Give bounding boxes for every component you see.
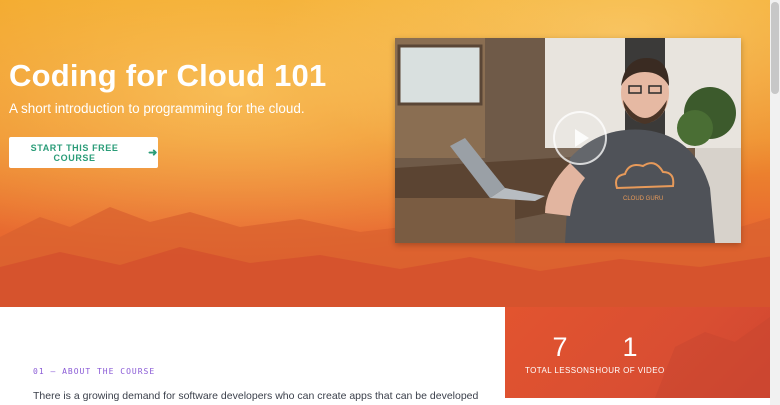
play-icon bbox=[575, 129, 589, 147]
course-stats-panel: 7 TOTAL LESSONS 1 HOUR OF VIDEO bbox=[505, 307, 770, 398]
stat-value: 1 bbox=[622, 332, 638, 362]
stat-value: 7 bbox=[552, 332, 568, 362]
stat-hour-of-video: 1 HOUR OF VIDEO bbox=[595, 331, 665, 375]
shirt-logo-text: CLOUD GURU bbox=[623, 196, 663, 202]
start-course-button[interactable]: START THIS FREE COURSE ➜ bbox=[9, 137, 158, 168]
stat-total-lessons: 7 TOTAL LESSONS bbox=[525, 331, 595, 375]
stat-label: TOTAL LESSONS bbox=[525, 366, 595, 375]
course-title: Coding for Cloud 101 bbox=[9, 58, 327, 93]
course-subtitle: A short introduction to programming for … bbox=[9, 101, 305, 116]
section-label-about: 01 — ABOUT THE COURSE bbox=[33, 367, 156, 376]
arrow-right-icon: ➜ bbox=[148, 147, 158, 159]
play-button[interactable] bbox=[553, 111, 607, 165]
start-course-label: START THIS FREE COURSE bbox=[30, 142, 119, 163]
scrollbar-thumb[interactable] bbox=[771, 2, 779, 94]
about-paragraph: There is a growing demand for software d… bbox=[33, 390, 479, 402]
page-scrollbar[interactable] bbox=[770, 0, 780, 405]
stat-label: HOUR OF VIDEO bbox=[595, 366, 665, 375]
